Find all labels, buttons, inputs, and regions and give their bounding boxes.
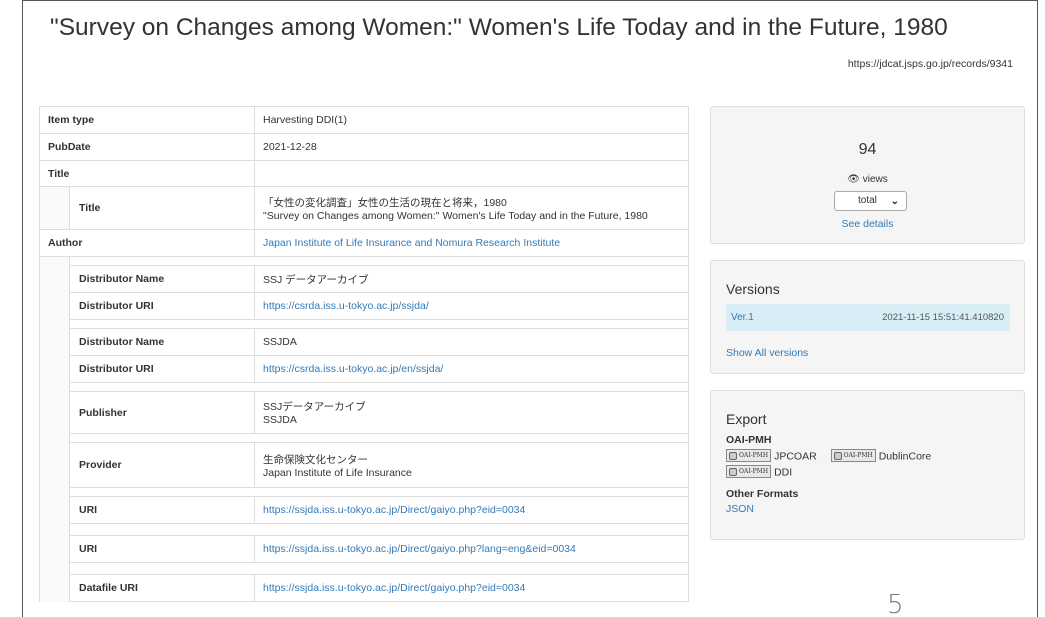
table-row-gap [39, 562, 689, 575]
versions-title: Versions [726, 281, 780, 297]
record-url: https://jdcat.jsps.go.jp/records/9341 [847, 58, 1013, 70]
eye-icon: 👁 [847, 174, 860, 185]
version-label: Ver.1 [731, 312, 754, 323]
views-label: views [862, 174, 888, 185]
chevron-down-icon: ⌄ [890, 196, 899, 207]
distributor-uri-link[interactable]: https://csrda.iss.u-tokyo.ac.jp/en/ssjda… [263, 363, 443, 375]
oai-pmh-badge-icon: OAI-PMH [726, 465, 772, 478]
distributor-uri-label: Distributor URI [69, 292, 255, 320]
uri-link[interactable]: https://ssjda.iss.u-tokyo.ac.jp/Direct/g… [263, 543, 576, 555]
datafile-uri-link[interactable]: https://ssjda.iss.u-tokyo.ac.jp/Direct/g… [263, 582, 525, 594]
table-row-gap [39, 382, 689, 392]
table-row: Publisher SSJデータアーカイブ SSJDA [39, 391, 689, 434]
views-panel: 94 👁 views total ⌄ See details [710, 106, 1025, 244]
title-group-label: Title [39, 160, 255, 187]
provider-label: Provider [69, 442, 255, 488]
datafile-uri-label: Datafile URI [69, 574, 255, 602]
export-ddi-link[interactable]: OAI-PMH DDI [726, 465, 792, 479]
distributor-name-value: SSJ データアーカイブ [254, 265, 689, 293]
author-label: Author [39, 229, 255, 257]
table-row: Distributor Name SSJDA [39, 328, 689, 356]
publisher-value: SSJDA [263, 414, 297, 426]
oai-pmh-badge-icon: OAI-PMH [830, 449, 876, 462]
export-json-link[interactable]: JSON [726, 503, 754, 515]
table-row: Datafile URI https://ssjda.iss.u-tokyo.a… [39, 574, 689, 602]
table-row-gap [39, 433, 689, 443]
title-ja: 「女性の変化調査」女性の生活の現在と将来，1980 [263, 196, 507, 209]
table-row-gap [39, 319, 689, 329]
page-title: "Survey on Changes among Women:" Women's… [50, 14, 948, 41]
table-row: URI https://ssjda.iss.u-tokyo.ac.jp/Dire… [39, 535, 689, 563]
provider-value: 生命保険文化センター [263, 453, 368, 466]
table-row: URI https://ssjda.iss.u-tokyo.ac.jp/Dire… [39, 496, 689, 524]
table-row-gap [39, 487, 689, 497]
uri-link[interactable]: https://ssjda.iss.u-tokyo.ac.jp/Direct/g… [263, 504, 525, 516]
table-row: Distributor URI https://csrda.iss.u-toky… [39, 355, 689, 383]
distributor-name-label: Distributor Name [69, 328, 255, 356]
table-row: Title 「女性の変化調査」女性の生活の現在と将来，1980 "Survey … [39, 186, 689, 230]
table-row: PubDate 2021-12-28 [39, 133, 689, 161]
export-panel: Export OAI-PMH OAI-PMH JPCOAR OAI-PMH Dubl… [710, 390, 1025, 540]
title-en: "Survey on Changes among Women:" Women's… [263, 209, 648, 222]
views-count: 94 [858, 141, 877, 158]
provider-value: Japan Institute of Life Insurance [263, 466, 412, 479]
show-all-versions-link[interactable]: Show All versions [726, 347, 808, 359]
table-row: Title [39, 160, 689, 187]
distributor-uri-label: Distributor URI [69, 355, 255, 383]
export-jpcoar-link[interactable]: OAI-PMH JPCOAR [726, 449, 817, 463]
uri-label: URI [69, 496, 255, 524]
version-row[interactable]: Ver.1 2021-11-15 15:51:41.410820 [726, 304, 1010, 331]
pubdate-value: 2021-12-28 [254, 133, 689, 161]
see-details-link[interactable]: See details [842, 218, 894, 230]
table-row: Distributor URI https://csrda.iss.u-toky… [39, 292, 689, 320]
item-type-label: Item type [39, 106, 255, 134]
table-row: Author Japan Institute of Life Insurance… [39, 229, 689, 257]
table-row-gap [39, 256, 689, 266]
views-select-value: total [858, 195, 877, 206]
table-row-gap [39, 523, 689, 536]
views-period-select[interactable]: total ⌄ [834, 191, 907, 211]
uri-label: URI [69, 535, 255, 563]
other-formats-label: Other Formats [726, 488, 799, 500]
publisher-label: Publisher [69, 391, 255, 434]
oai-pmh-badge-icon: OAI-PMH [726, 449, 772, 462]
publisher-value: SSJデータアーカイブ [263, 401, 366, 413]
distributor-uri-link[interactable]: https://csrda.iss.u-tokyo.ac.jp/ssjda/ [263, 300, 429, 312]
versions-panel: Versions Ver.1 2021-11-15 15:51:41.41082… [710, 260, 1025, 374]
author-link[interactable]: Japan Institute of Life Insurance and No… [263, 237, 560, 249]
table-row: Item type Harvesting DDI(1) [39, 106, 689, 134]
distributor-name-label: Distributor Name [69, 265, 255, 293]
table-row: Distributor Name SSJ データアーカイブ [39, 265, 689, 293]
export-title: Export [726, 411, 767, 427]
metadata-table: Item type Harvesting DDI(1) PubDate 2021… [39, 106, 689, 602]
distributor-name-value: SSJDA [254, 328, 689, 356]
item-type-value: Harvesting DDI(1) [254, 106, 689, 134]
pubdate-label: PubDate [39, 133, 255, 161]
title-label: Title [69, 186, 255, 230]
page-number: 5 [887, 590, 904, 617]
version-timestamp: 2021-11-15 15:51:41.410820 [882, 312, 1004, 323]
export-dublincore-link[interactable]: OAI-PMH DublinCore [830, 449, 931, 463]
oai-pmh-label: OAI-PMH [726, 434, 772, 446]
table-row: Provider 生命保険文化センター Japan Institute of L… [39, 442, 689, 488]
